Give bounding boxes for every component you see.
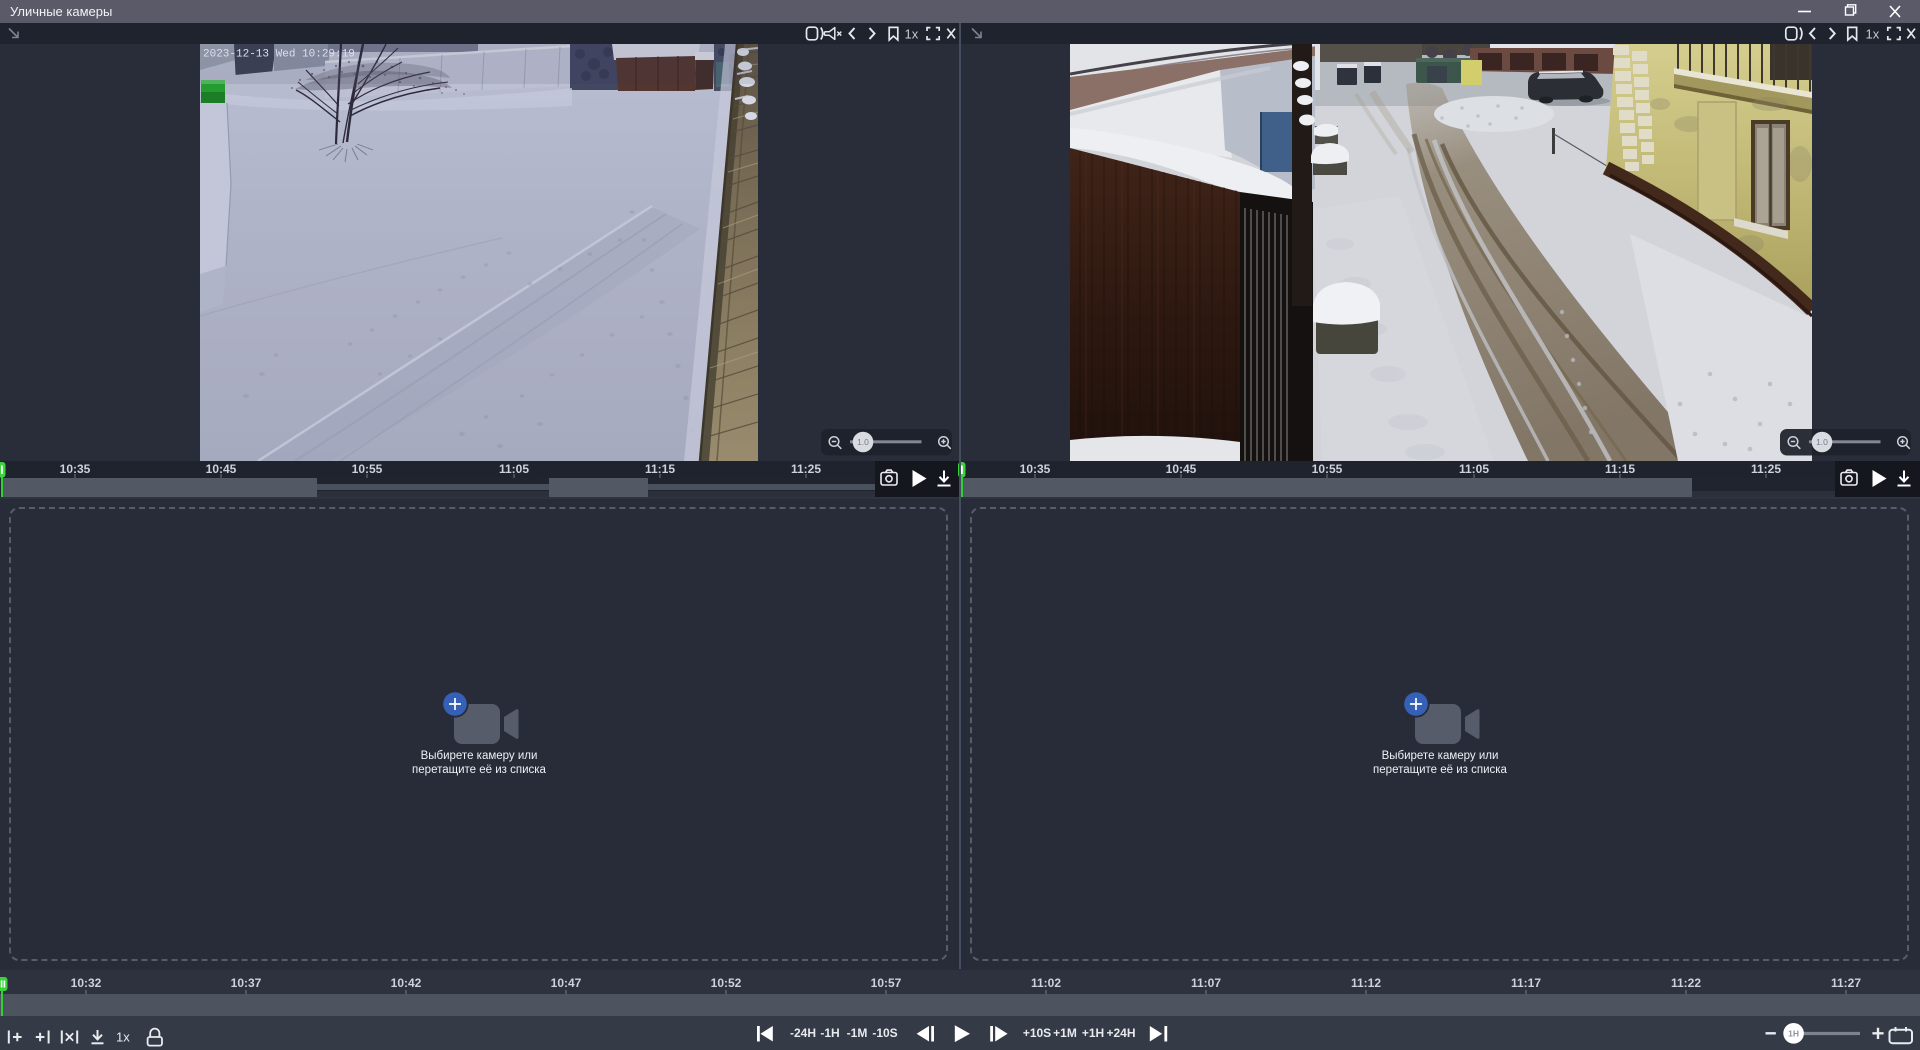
svg-text:1.0: 1.0: [1816, 437, 1828, 447]
svg-text:1H: 1H: [1788, 1028, 1799, 1038]
svg-text:1.0: 1.0: [857, 437, 869, 447]
svg-text:2023-12-13 Wed 10:29:19: 2023-12-13 Wed 10:29:19: [203, 49, 355, 61]
svg-text:1x: 1x: [116, 1030, 130, 1045]
svg-text:1x: 1x: [905, 26, 919, 41]
svg-text:1x: 1x: [1866, 26, 1880, 41]
